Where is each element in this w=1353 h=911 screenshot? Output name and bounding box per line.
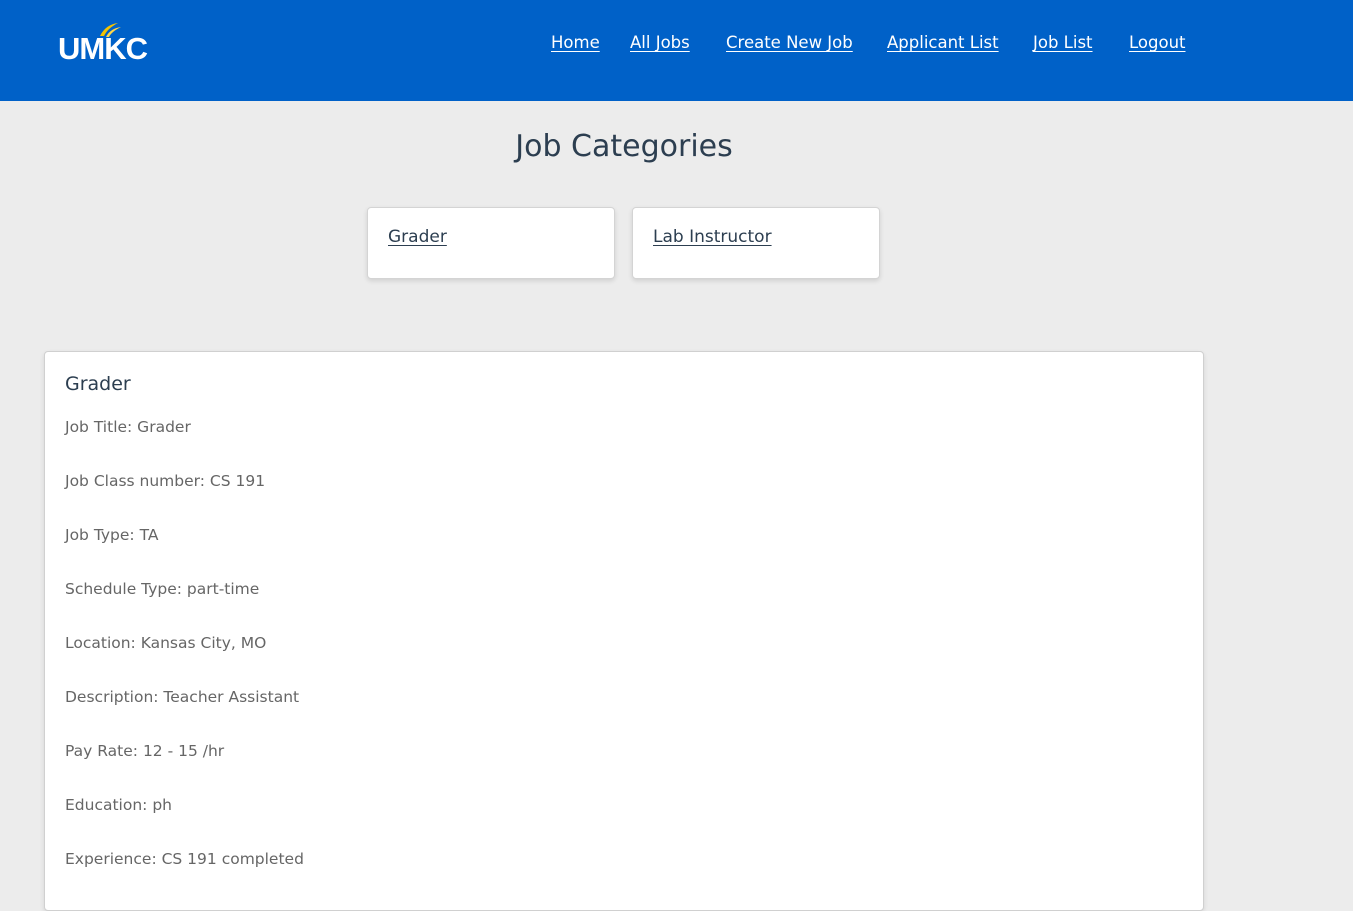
nav-applicant-list[interactable]: Applicant List [887, 31, 999, 55]
category-link-grader[interactable]: Grader [388, 227, 447, 247]
field-job-title: Job Title: Grader [65, 418, 191, 436]
category-card-grader: Grader [367, 207, 615, 279]
field-description: Description: Teacher Assistant [65, 688, 300, 706]
category-link-lab-instructor[interactable]: Lab Instructor [653, 227, 772, 247]
nav-logout[interactable]: Logout [1129, 31, 1186, 55]
umkc-logo[interactable]: UMKC [58, 22, 158, 66]
field-education: Education: ph [65, 796, 172, 814]
nav-create-new-job[interactable]: Create New Job [726, 31, 853, 55]
category-card-lab-instructor: Lab Instructor [632, 207, 880, 279]
site-header: UMKC Home All Jobs Create New Job Applic… [0, 0, 1353, 101]
nav-job-list[interactable]: Job List [1033, 31, 1093, 55]
field-schedule-type: Schedule Type: part-time [65, 580, 260, 598]
field-job-class-number: Job Class number: CS 191 [65, 472, 266, 490]
field-experience: Experience: CS 191 completed [65, 850, 304, 868]
job-detail-card: Grader Job Title: Grader Job Class numbe… [44, 351, 1204, 911]
nav-home[interactable]: Home [551, 31, 600, 55]
nav-all-jobs[interactable]: All Jobs [630, 31, 690, 55]
field-location: Location: Kansas City, MO [65, 634, 267, 652]
field-pay-rate: Pay Rate: 12 - 15 /hr [65, 742, 225, 760]
field-job-type: Job Type: TA [65, 526, 159, 544]
job-detail-title: Grader [65, 373, 131, 395]
page-title: Job Categories [515, 129, 733, 164]
logo-text: UMKC [58, 31, 148, 66]
